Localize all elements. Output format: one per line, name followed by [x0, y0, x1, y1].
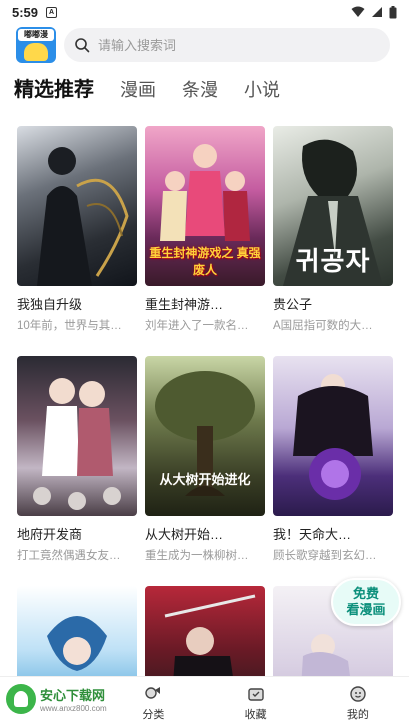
header: 嘟嘟漫 — [0, 24, 409, 66]
comic-cover[interactable] — [17, 126, 137, 286]
comic-card[interactable]: 地府开发商 打工竟然偶遇女友… — [17, 356, 137, 563]
watermark: 安心下载网 www.anxz800.com — [6, 684, 107, 714]
nav-profile-label: 我的 — [346, 708, 369, 721]
signal-icon — [372, 7, 382, 17]
battery-icon — [389, 5, 397, 18]
cover-art-figure — [37, 147, 129, 286]
comic-desc: 顾长歌穿越到玄幻… — [273, 550, 377, 562]
nav-profile[interactable]: 我的 — [307, 677, 409, 728]
tab-comics[interactable]: 漫画 — [120, 76, 156, 110]
comic-cover[interactable]: 从大树开始进化 — [145, 356, 265, 516]
comic-card[interactable]: 重生封神游戏之 真强废人 重生封神游… 刘年进入了一款名… — [145, 126, 265, 333]
cover-title-text: 重生封神游戏之 真强废人 — [149, 246, 261, 277]
watermark-text: 安心下载网 www.anxz800.com — [40, 685, 107, 713]
watermark-logo-icon — [6, 684, 36, 714]
nav-category-label: 分类 — [142, 708, 165, 721]
comic-card[interactable]: 귀공자 贵公子 A国屈指可数的大… — [273, 126, 393, 333]
comic-title: 重生封神游… — [145, 297, 224, 312]
status-bar: 5:59 A — [0, 0, 409, 24]
wifi-icon — [351, 6, 365, 17]
comic-title: 我独自升级 — [17, 297, 83, 312]
notification-icon: A — [46, 6, 58, 18]
cover-art-tree — [155, 371, 255, 496]
comic-cover[interactable] — [273, 356, 393, 516]
comic-card[interactable]: 从大树开始进化 从大树开始… 重生成为一株柳树… — [145, 356, 265, 563]
search-icon — [75, 38, 90, 53]
favorites-icon — [247, 687, 264, 701]
tab-webtoon[interactable]: 条漫 — [182, 76, 218, 110]
comic-cover[interactable]: 重生封神游戏之 真强废人 — [145, 126, 265, 286]
comic-title: 从大树开始… — [145, 527, 224, 542]
nav-favorites[interactable]: 收藏 — [205, 677, 307, 728]
comic-cover[interactable]: 귀공자 — [273, 126, 393, 286]
search-bar[interactable] — [64, 28, 390, 62]
comic-desc: 刘年进入了一款名… — [145, 320, 249, 332]
tab-featured[interactable]: 精选推荐 — [14, 73, 94, 110]
cover-title-text: 귀공자 — [295, 247, 371, 277]
comic-desc: 重生成为一株柳树… — [145, 550, 249, 562]
comic-desc: 打工竟然偶遇女友… — [17, 550, 121, 562]
app-logo[interactable]: 嘟嘟漫 — [16, 27, 56, 63]
free-badge-line2: 看漫画 — [346, 602, 386, 617]
status-icons — [351, 5, 397, 19]
category-icon — [145, 686, 161, 699]
comic-card[interactable]: 我独自升级 10年前，世界与其… — [17, 126, 137, 333]
status-time: 5:59 — [12, 4, 39, 20]
logo-face-icon — [24, 43, 48, 61]
cover-art-figures — [33, 378, 121, 510]
free-comics-button[interactable]: 免费 看漫画 — [331, 578, 401, 626]
watermark-name: 安心下载网 — [40, 688, 106, 703]
nav-category[interactable]: 分类 — [102, 677, 204, 728]
comic-cover[interactable] — [17, 356, 137, 516]
category-tabs: 精选推荐 漫画 条漫 小说 — [0, 70, 409, 110]
comic-title: 贵公子 — [273, 297, 313, 312]
profile-icon — [350, 685, 366, 702]
comic-card[interactable]: 我！天命大… 顾长歌穿越到玄幻… — [273, 356, 393, 563]
free-badge-line1: 免费 — [352, 586, 379, 601]
comic-desc: 10年前，世界与其… — [17, 320, 122, 332]
comic-desc: A国屈指可数的大… — [273, 320, 373, 332]
search-input[interactable] — [98, 37, 368, 53]
nav-favorites-label: 收藏 — [244, 708, 267, 721]
comic-title: 我！天命大… — [273, 527, 352, 542]
app-logo-text: 嘟嘟漫 — [18, 29, 54, 41]
cover-art-figure — [293, 374, 373, 500]
tab-novels[interactable]: 小说 — [244, 76, 280, 110]
cover-title-text: 从大树开始进化 — [159, 472, 251, 487]
watermark-url: www.anxz800.com — [40, 704, 107, 713]
comic-title: 地府开发商 — [17, 527, 83, 542]
